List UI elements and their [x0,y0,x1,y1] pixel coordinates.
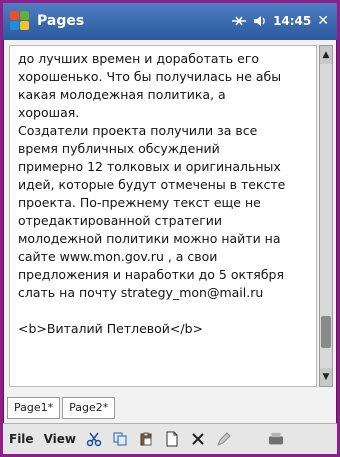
delete-icon[interactable] [190,431,206,447]
scroll-up-icon[interactable]: ▲ [320,46,332,64]
keyboard-icon[interactable] [268,431,284,447]
file-menu[interactable]: File [9,432,34,446]
tab-page2[interactable]: Page2* [62,397,116,419]
device-screen: Pages 14:45 ✕ до лучших времен и доработ… [3,3,337,454]
text-line: идей, которые будут отмечены в тексте [18,177,286,192]
text-line [18,302,310,320]
clock-time: 14:45 [273,14,312,28]
text-line: проекта. По-прежнему текст еще не [18,195,261,210]
text-line: отредактированной стратегии [18,213,223,228]
page-tabs: Page1* Page2* [7,397,116,419]
tab-page1[interactable]: Page1* [7,397,61,419]
text-line: какая молодежная политика, а [18,87,226,102]
view-menu[interactable]: View [44,432,76,446]
text-line: <b>Виталий Петлевой</b> [18,321,204,336]
copy-icon[interactable] [112,431,128,447]
text-line: до лучших времен и доработать его [18,51,260,66]
paste-icon[interactable] [138,431,154,447]
text-line: сайте www.mon.gov.ru , а свои [18,249,218,264]
document-text: до лучших времен и доработать его хороше… [18,50,310,338]
scroll-thumb[interactable] [321,316,331,348]
close-icon[interactable]: ✕ [317,13,329,29]
text-line: время публичных обсуждений [18,141,220,156]
start-icon[interactable] [10,11,30,31]
text-line: молодежной политики можно найти на [18,231,281,246]
text-line: хорошенько. Что бы получилась не абы [18,69,282,84]
volume-icon[interactable] [253,15,267,27]
text-line: примерно 12 толковых и оригинальных [18,159,281,174]
bottom-toolbar: File View [3,423,337,454]
text-line: предложения и наработки до 5 октября [18,267,284,282]
scroll-down-icon[interactable]: ▼ [320,368,332,386]
document-content[interactable]: до лучших времен и доработать его хороше… [9,45,317,387]
title-bar: Pages 14:45 ✕ [3,3,337,40]
text-line: слать на почту strategy_mon@mail.ru [18,285,264,300]
cut-icon[interactable] [86,431,102,447]
new-page-icon[interactable] [164,431,180,447]
text-line: хорошая. [18,105,80,120]
vertical-scrollbar[interactable]: ▲ ▼ [319,45,333,387]
text-line: Создатели проекта получили за все [18,123,258,138]
pen-icon[interactable] [216,431,232,447]
app-title: Pages [37,13,85,29]
status-area: 14:45 ✕ [231,12,329,30]
connectivity-icon[interactable] [231,15,247,27]
